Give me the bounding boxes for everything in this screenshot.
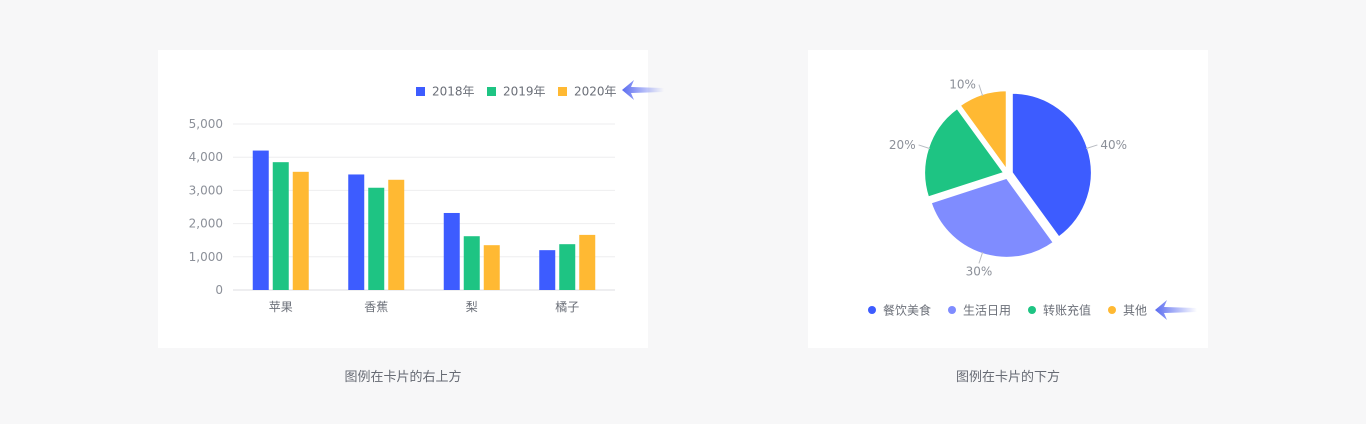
legend-swatch [416,87,425,96]
bar [559,244,576,290]
y-tick-label: 1,000 [189,250,223,264]
legend-swatch [948,306,956,314]
y-tick-label: 4,000 [189,150,223,164]
legend-swatch [487,87,496,96]
pie-data-label: 30% [966,264,993,278]
x-tick-label: 橘子 [555,299,579,314]
bar [272,162,289,290]
bar [368,187,385,290]
legend-label: 生活日用 [963,304,1011,318]
y-tick-label: 3,000 [189,183,223,197]
pie-chart-card: 40% 30% 20% 10% 餐饮美食 生活日用 转账充值 其他 [808,50,1208,348]
y-tick-label: 2,000 [189,217,223,231]
legend-swatch [558,87,567,96]
y-tick-label: 0 [215,283,223,297]
bar [348,174,365,290]
x-tick-label: 苹果 [269,300,293,314]
x-tick-label: 香蕉 [364,300,388,314]
bar [539,250,556,290]
legend-swatch [1108,306,1116,314]
bar [292,171,309,290]
legend-label: 2020年 [574,85,617,99]
legend-label: 2019年 [503,85,546,99]
x-tick-label: 梨 [466,300,478,314]
bar [463,236,480,290]
pie-data-label: 40% [1100,138,1127,152]
bar [443,212,460,290]
bar [388,179,405,290]
legend-label: 转账充值 [1043,303,1091,318]
pie-data-label: 20% [889,138,916,152]
legend-label: 2018年 [432,85,475,99]
bar [483,245,500,290]
legend-swatch [1028,306,1036,314]
arrow-left-icon [622,80,664,100]
bar [579,234,596,290]
legend-swatch [868,306,876,314]
legend-label: 其他 [1123,304,1147,318]
y-tick-label: 5,000 [189,117,223,131]
pie-data-label: 10% [949,78,976,92]
bar [252,150,269,290]
arrow-left-icon [1155,300,1197,320]
pie-chart-caption: 图例在卡片的下方 [955,370,1060,385]
legend-label: 餐饮美食 [883,303,931,318]
bar-chart: 0 1,000 2,000 3,000 4,000 5,000 苹果 香蕉 梨 橘子 2018年 20… [189,85,617,315]
bar-chart-caption: 图例在卡片的右上方 [344,370,462,385]
pie-chart: 40% 30% 20% 10% 餐饮美食 生活日用 转账充值 其他 [868,78,1147,318]
bar-chart-card: 0 1,000 2,000 3,000 4,000 5,000 苹果 香蕉 梨 橘子 2018年 20… [158,50,648,348]
